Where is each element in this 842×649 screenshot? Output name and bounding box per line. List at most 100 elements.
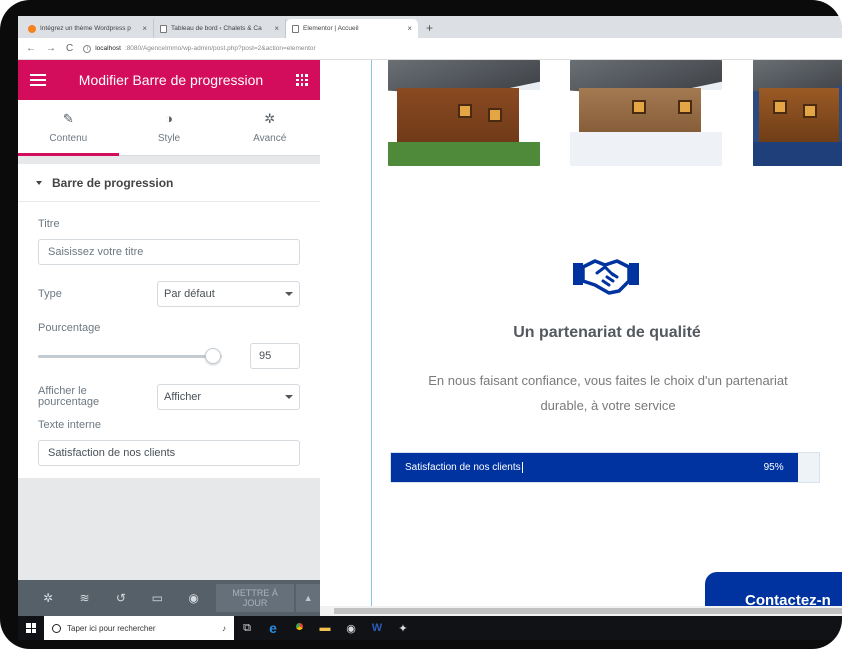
- chalet-photo-2: [570, 60, 722, 166]
- task-view-icon[interactable]: ⧉: [234, 622, 260, 635]
- text-cursor: [521, 461, 523, 473]
- handshake-icon: [573, 259, 639, 295]
- update-button[interactable]: METTRE À JOUR: [215, 584, 295, 612]
- slider-fill: [38, 355, 213, 358]
- update-label-line1: METTRE À: [232, 588, 278, 598]
- forward-arrow-icon[interactable]: →: [46, 43, 56, 54]
- tab-title: Intégrez un thème Wordpress p: [40, 25, 131, 32]
- screen: Intégrez un thème Wordpress p × Tableau …: [18, 16, 842, 640]
- elementor-panel: Modifier Barre de progression ✎ Contenu …: [18, 60, 320, 616]
- page-preview: Un partenariat de qualité En nous faisan…: [320, 60, 842, 616]
- scrollbar-thumb[interactable]: [334, 608, 842, 614]
- microphone-icon[interactable]: ♪: [222, 624, 226, 633]
- tab-close-icon[interactable]: ×: [407, 24, 412, 33]
- texte-interne-label: Texte interne: [38, 419, 101, 431]
- pourcentage-slider[interactable]: [38, 347, 222, 365]
- type-row: Type Par défaut: [38, 281, 300, 307]
- hamburger-menu-icon[interactable]: [30, 74, 46, 86]
- tab-label: Style: [157, 132, 181, 144]
- feature-text: En nous faisant confiance, vous faites l…: [400, 368, 816, 418]
- progress-percent: 95%: [763, 462, 784, 473]
- feature-text-line1: En nous faisant confiance, vous faites l…: [428, 373, 788, 388]
- chrome-browser-icon[interactable]: [286, 621, 312, 635]
- tab-avance[interactable]: ✲ Avancé: [219, 100, 320, 155]
- browser-tab-elementor[interactable]: Elementor | Accueil ×: [286, 19, 418, 38]
- type-label: Type: [38, 288, 62, 300]
- device-frame: Intégrez un thème Wordpress p × Tableau …: [0, 0, 842, 649]
- progress-inner-text-wrap: Satisfaction de nos clients: [405, 461, 523, 474]
- settings-icon[interactable]: ✲: [30, 591, 66, 605]
- panel-header: Modifier Barre de progression: [18, 60, 320, 100]
- chevron-down-icon: [285, 395, 293, 399]
- tab-close-icon[interactable]: ×: [142, 24, 147, 33]
- slider-handle[interactable]: [204, 348, 221, 364]
- edge-browser-icon[interactable]: e: [260, 620, 286, 636]
- feature-title: Un partenariat de qualité: [513, 324, 701, 341]
- site-info-icon[interactable]: i: [83, 44, 92, 53]
- section-title: Barre de progression: [52, 175, 174, 190]
- type-select[interactable]: Par défaut: [157, 281, 300, 307]
- afficher-label: Afficher le pourcentage: [38, 386, 148, 408]
- tab-label: Avancé: [253, 132, 287, 144]
- widgets-grid-icon[interactable]: [296, 74, 308, 86]
- chalet-photo-1: [388, 60, 540, 166]
- layers-icon[interactable]: ≋: [66, 591, 102, 605]
- texte-interne-input[interactable]: Satisfaction de nos clients: [38, 440, 300, 466]
- progress-bar-track[interactable]: Satisfaction de nos clients 95%: [390, 452, 820, 483]
- tab-close-icon[interactable]: ×: [274, 24, 279, 33]
- new-tab-button[interactable]: +: [418, 19, 441, 38]
- progress-bar-fill: Satisfaction de nos clients 95%: [391, 453, 798, 482]
- afficher-select[interactable]: Afficher: [157, 384, 300, 410]
- chalet-photo-3: [753, 60, 842, 166]
- search-icon: [52, 623, 61, 633]
- progress-inner-text: Satisfaction de nos clients: [405, 462, 521, 474]
- tab-title: Tableau de bord ‹ Chalets & Ca: [171, 25, 262, 32]
- page-favicon-icon: [160, 24, 167, 33]
- windows-logo-icon: [26, 623, 36, 633]
- titre-input[interactable]: Saisissez votre titre: [38, 239, 300, 265]
- app-icon[interactable]: ◉: [338, 622, 364, 635]
- wordpress-favicon-icon: [28, 24, 36, 33]
- pourcentage-label: Pourcentage: [38, 322, 101, 334]
- file-explorer-icon[interactable]: ▬: [312, 622, 338, 634]
- tab-style[interactable]: ◑ Style: [119, 100, 220, 155]
- panel-gap: [18, 156, 320, 164]
- caret-down-icon: [36, 180, 42, 185]
- windows-taskbar: Taper ici pour rechercher ♪ ⧉ e ▬ ◉ W ✦: [18, 616, 842, 640]
- word-icon[interactable]: W: [364, 622, 390, 634]
- responsive-icon[interactable]: ▭: [139, 591, 175, 605]
- back-arrow-icon[interactable]: ←: [26, 43, 36, 54]
- chevron-up-icon[interactable]: ▲: [296, 584, 320, 612]
- preview-eye-icon[interactable]: ◉: [175, 591, 211, 605]
- reload-icon[interactable]: C: [66, 43, 73, 54]
- page-favicon-icon: [292, 24, 299, 33]
- controls-area: Titre Saisissez votre titre Type Par déf…: [18, 202, 320, 478]
- panel-tabs: ✎ Contenu ◑ Style ✲ Avancé: [18, 100, 320, 156]
- browser-tab-wordpress-theme[interactable]: Intégrez un thème Wordpress p ×: [22, 19, 154, 38]
- windows-start-button[interactable]: [18, 616, 44, 640]
- tab-contenu[interactable]: ✎ Contenu: [18, 100, 119, 156]
- url-path: :8080/AgenceImmo/wp-admin/post.php?post=…: [124, 45, 316, 52]
- panel-title: Modifier Barre de progression: [78, 72, 264, 88]
- pourcentage-number-input[interactable]: 95: [250, 343, 300, 369]
- type-select-value: Par défaut: [164, 288, 215, 300]
- paint-icon[interactable]: ✦: [390, 622, 416, 635]
- afficher-label-line2: pourcentage: [38, 396, 100, 408]
- taskbar-search-placeholder: Taper ici pour rechercher: [67, 623, 156, 633]
- panel-footer: ✲ ≋ ↺ ▭ ◉ METTRE À JOUR ▲: [18, 580, 320, 616]
- url-field[interactable]: i localhost:8080/AgenceImmo/wp-admin/pos…: [83, 44, 316, 53]
- section-toggle-progress-bar[interactable]: Barre de progression: [18, 164, 320, 202]
- browser-tab-dashboard[interactable]: Tableau de bord ‹ Chalets & Ca ×: [154, 19, 286, 38]
- contrast-icon: ◑: [165, 110, 173, 126]
- gear-icon: ✲: [264, 110, 276, 126]
- titre-label: Titre: [38, 218, 60, 230]
- feature-text-line2: durable, à votre service: [540, 398, 676, 413]
- history-icon[interactable]: ↺: [103, 591, 139, 605]
- browser-tab-bar: Intégrez un thème Wordpress p × Tableau …: [18, 16, 842, 38]
- chevron-down-icon: [285, 292, 293, 296]
- taskbar-search-box[interactable]: Taper ici pour rechercher ♪: [44, 616, 234, 640]
- update-label-line2: JOUR: [242, 598, 268, 608]
- horizontal-scrollbar[interactable]: [320, 606, 842, 616]
- tab-label: Contenu: [49, 132, 88, 144]
- url-host: localhost: [95, 45, 121, 52]
